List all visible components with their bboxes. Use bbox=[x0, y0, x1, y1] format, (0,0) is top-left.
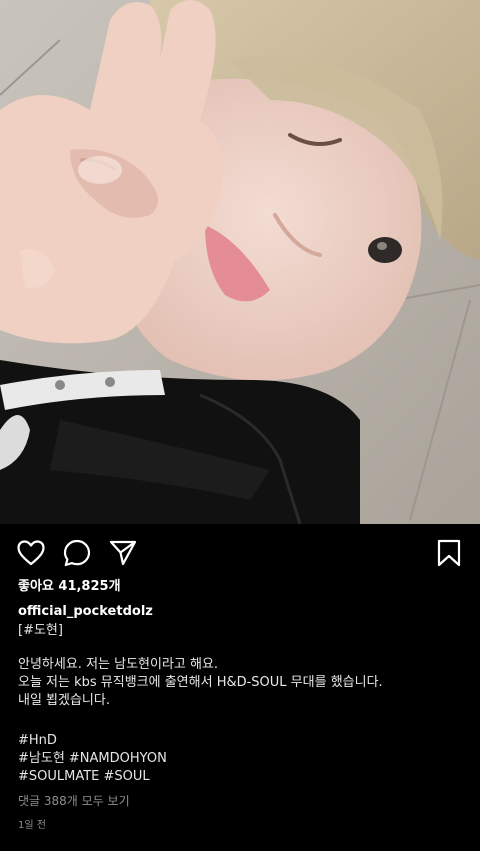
share-button[interactable] bbox=[108, 538, 138, 568]
hashtag-line[interactable]: #SOULMATE #SOUL bbox=[18, 768, 462, 786]
hashtag-line[interactable]: #남도현 #NAMDOHYON bbox=[18, 750, 462, 768]
caption-line: 오늘 저는 kbs 뮤직뱅크에 출연해서 H&D-SOUL 무대를 했습니다. bbox=[18, 675, 383, 690]
post-username[interactable]: official_pocketdolz bbox=[18, 603, 462, 621]
bookmark-icon bbox=[437, 539, 461, 567]
post-photo[interactable] bbox=[0, 0, 480, 524]
post-hashtags: #HnD #남도현 #NAMDOHYON #SOULMATE #SOUL bbox=[18, 732, 462, 786]
comment-button[interactable] bbox=[62, 538, 92, 568]
like-button[interactable] bbox=[16, 538, 46, 568]
caption-line: 안녕하세요. 저는 남도현이라고 해요. bbox=[18, 657, 219, 672]
member-tag: [#도현] bbox=[18, 623, 63, 638]
post-photo-image bbox=[0, 0, 480, 524]
caption-line: 내일 뵙겠습니다. bbox=[18, 693, 110, 708]
post-timestamp: 1일 전 bbox=[18, 820, 46, 831]
view-all-comments-link[interactable]: 댓글 388개 모두 보기 bbox=[18, 792, 462, 810]
paper-plane-icon bbox=[109, 540, 137, 566]
likes-count[interactable]: 좋아요 41,825개 bbox=[18, 578, 462, 596]
speech-bubble-icon bbox=[63, 539, 91, 567]
save-button[interactable] bbox=[434, 538, 464, 568]
heart-outline-icon bbox=[17, 540, 45, 566]
post-caption: 안녕하세요. 저는 남도현이라고 해요. 오늘 저는 kbs 뮤직뱅크에 출연해… bbox=[18, 656, 462, 710]
post-action-bar bbox=[0, 524, 480, 580]
hashtag-line[interactable]: #HnD bbox=[18, 732, 462, 750]
